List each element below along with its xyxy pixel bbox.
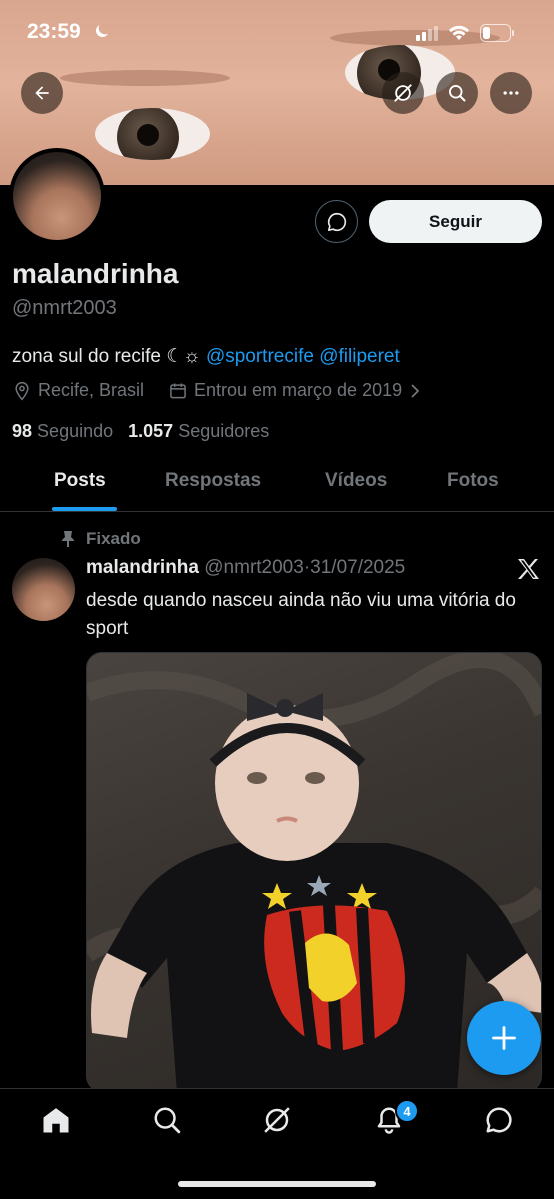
banner-brow-left — [60, 70, 230, 86]
grok-button[interactable] — [382, 72, 424, 114]
pin-icon — [62, 531, 74, 547]
profile-location: Recife, Brasil — [12, 380, 144, 401]
status-time: 23:59 — [27, 20, 81, 43]
following-link[interactable]: 98 Seguindo — [12, 421, 113, 441]
profile-name: malandrinha — [12, 258, 179, 289]
tabs-divider — [0, 511, 554, 512]
profile-bio: zona sul do recife ☾☼ @sportrecife @fili… — [12, 345, 400, 368]
location-text: Recife, Brasil — [38, 380, 145, 400]
search-button[interactable] — [436, 72, 478, 114]
following-count: 98 — [12, 421, 33, 441]
post-date[interactable]: 31/07/2025 — [310, 557, 405, 578]
home-indicator — [178, 1181, 376, 1187]
followers-count: 1.057 — [128, 421, 174, 441]
more-button[interactable] — [490, 72, 532, 114]
back-button[interactable] — [21, 72, 63, 114]
status-indicators — [416, 24, 514, 42]
followers-link[interactable]: 1.057 Seguidores — [128, 421, 269, 441]
post-author-handle[interactable]: @nmrt2003 — [204, 557, 304, 578]
post-author-name[interactable]: malandrinha — [86, 557, 199, 578]
compose-post-button[interactable] — [467, 1001, 541, 1075]
notifications-badge: 4 — [395, 1099, 419, 1123]
profile-counts: 98 Seguindo 1.057 Seguidores — [12, 421, 269, 442]
message-button[interactable] — [315, 200, 358, 243]
profile-avatar[interactable] — [9, 148, 105, 244]
post-header: malandrinha @nmrt2003·31/07/2025 — [86, 557, 405, 579]
moon-icon — [96, 25, 108, 37]
profile-handle: @nmrt2003 — [12, 297, 117, 319]
bio-mention-sportrecife[interactable]: @sportrecife — [206, 346, 314, 367]
post-text: desde quando nasceu ainda não viu uma vi… — [86, 590, 516, 639]
joined-text: Entrou em março de 2019 — [194, 380, 403, 400]
bio-text: zona sul do recife ☾☼ — [12, 346, 206, 367]
search-icon — [449, 85, 466, 102]
location-pin-icon — [15, 381, 29, 400]
chevron-right-icon — [411, 383, 420, 398]
tab-videos[interactable]: Vídeos — [325, 470, 387, 492]
bio-mention-filiperet[interactable]: @filiperet — [319, 346, 400, 367]
tab-posts[interactable]: Posts — [54, 470, 106, 492]
cellular-icon — [416, 26, 438, 41]
following-label: Seguindo — [37, 421, 114, 441]
post-avatar[interactable] — [12, 558, 75, 621]
banner-eye-left — [95, 108, 210, 160]
calendar-icon — [170, 383, 186, 398]
envelope-icon[interactable] — [484, 1105, 514, 1135]
message-icon — [327, 212, 346, 231]
search-nav-icon[interactable] — [152, 1105, 182, 1135]
tab-respostas[interactable]: Respostas — [165, 470, 261, 492]
plus-icon — [492, 1026, 516, 1050]
pinned-indicator: Fixado — [60, 529, 141, 549]
wifi-icon — [449, 25, 469, 40]
more-icon — [503, 91, 519, 95]
tab-fotos[interactable]: Fotos — [447, 470, 499, 492]
pinned-label: Fixado — [86, 529, 141, 548]
followers-label: Seguidores — [178, 421, 270, 441]
back-arrow-icon — [35, 86, 49, 100]
follow-button[interactable]: Seguir — [369, 200, 542, 243]
home-icon[interactable] — [41, 1105, 71, 1135]
battery-icon — [480, 24, 514, 42]
x-logo-icon[interactable] — [516, 557, 540, 581]
grok-nav-icon[interactable] — [262, 1105, 292, 1135]
profile-joined[interactable]: Entrou em março de 2019 — [168, 380, 422, 401]
grok-icon — [394, 84, 412, 102]
